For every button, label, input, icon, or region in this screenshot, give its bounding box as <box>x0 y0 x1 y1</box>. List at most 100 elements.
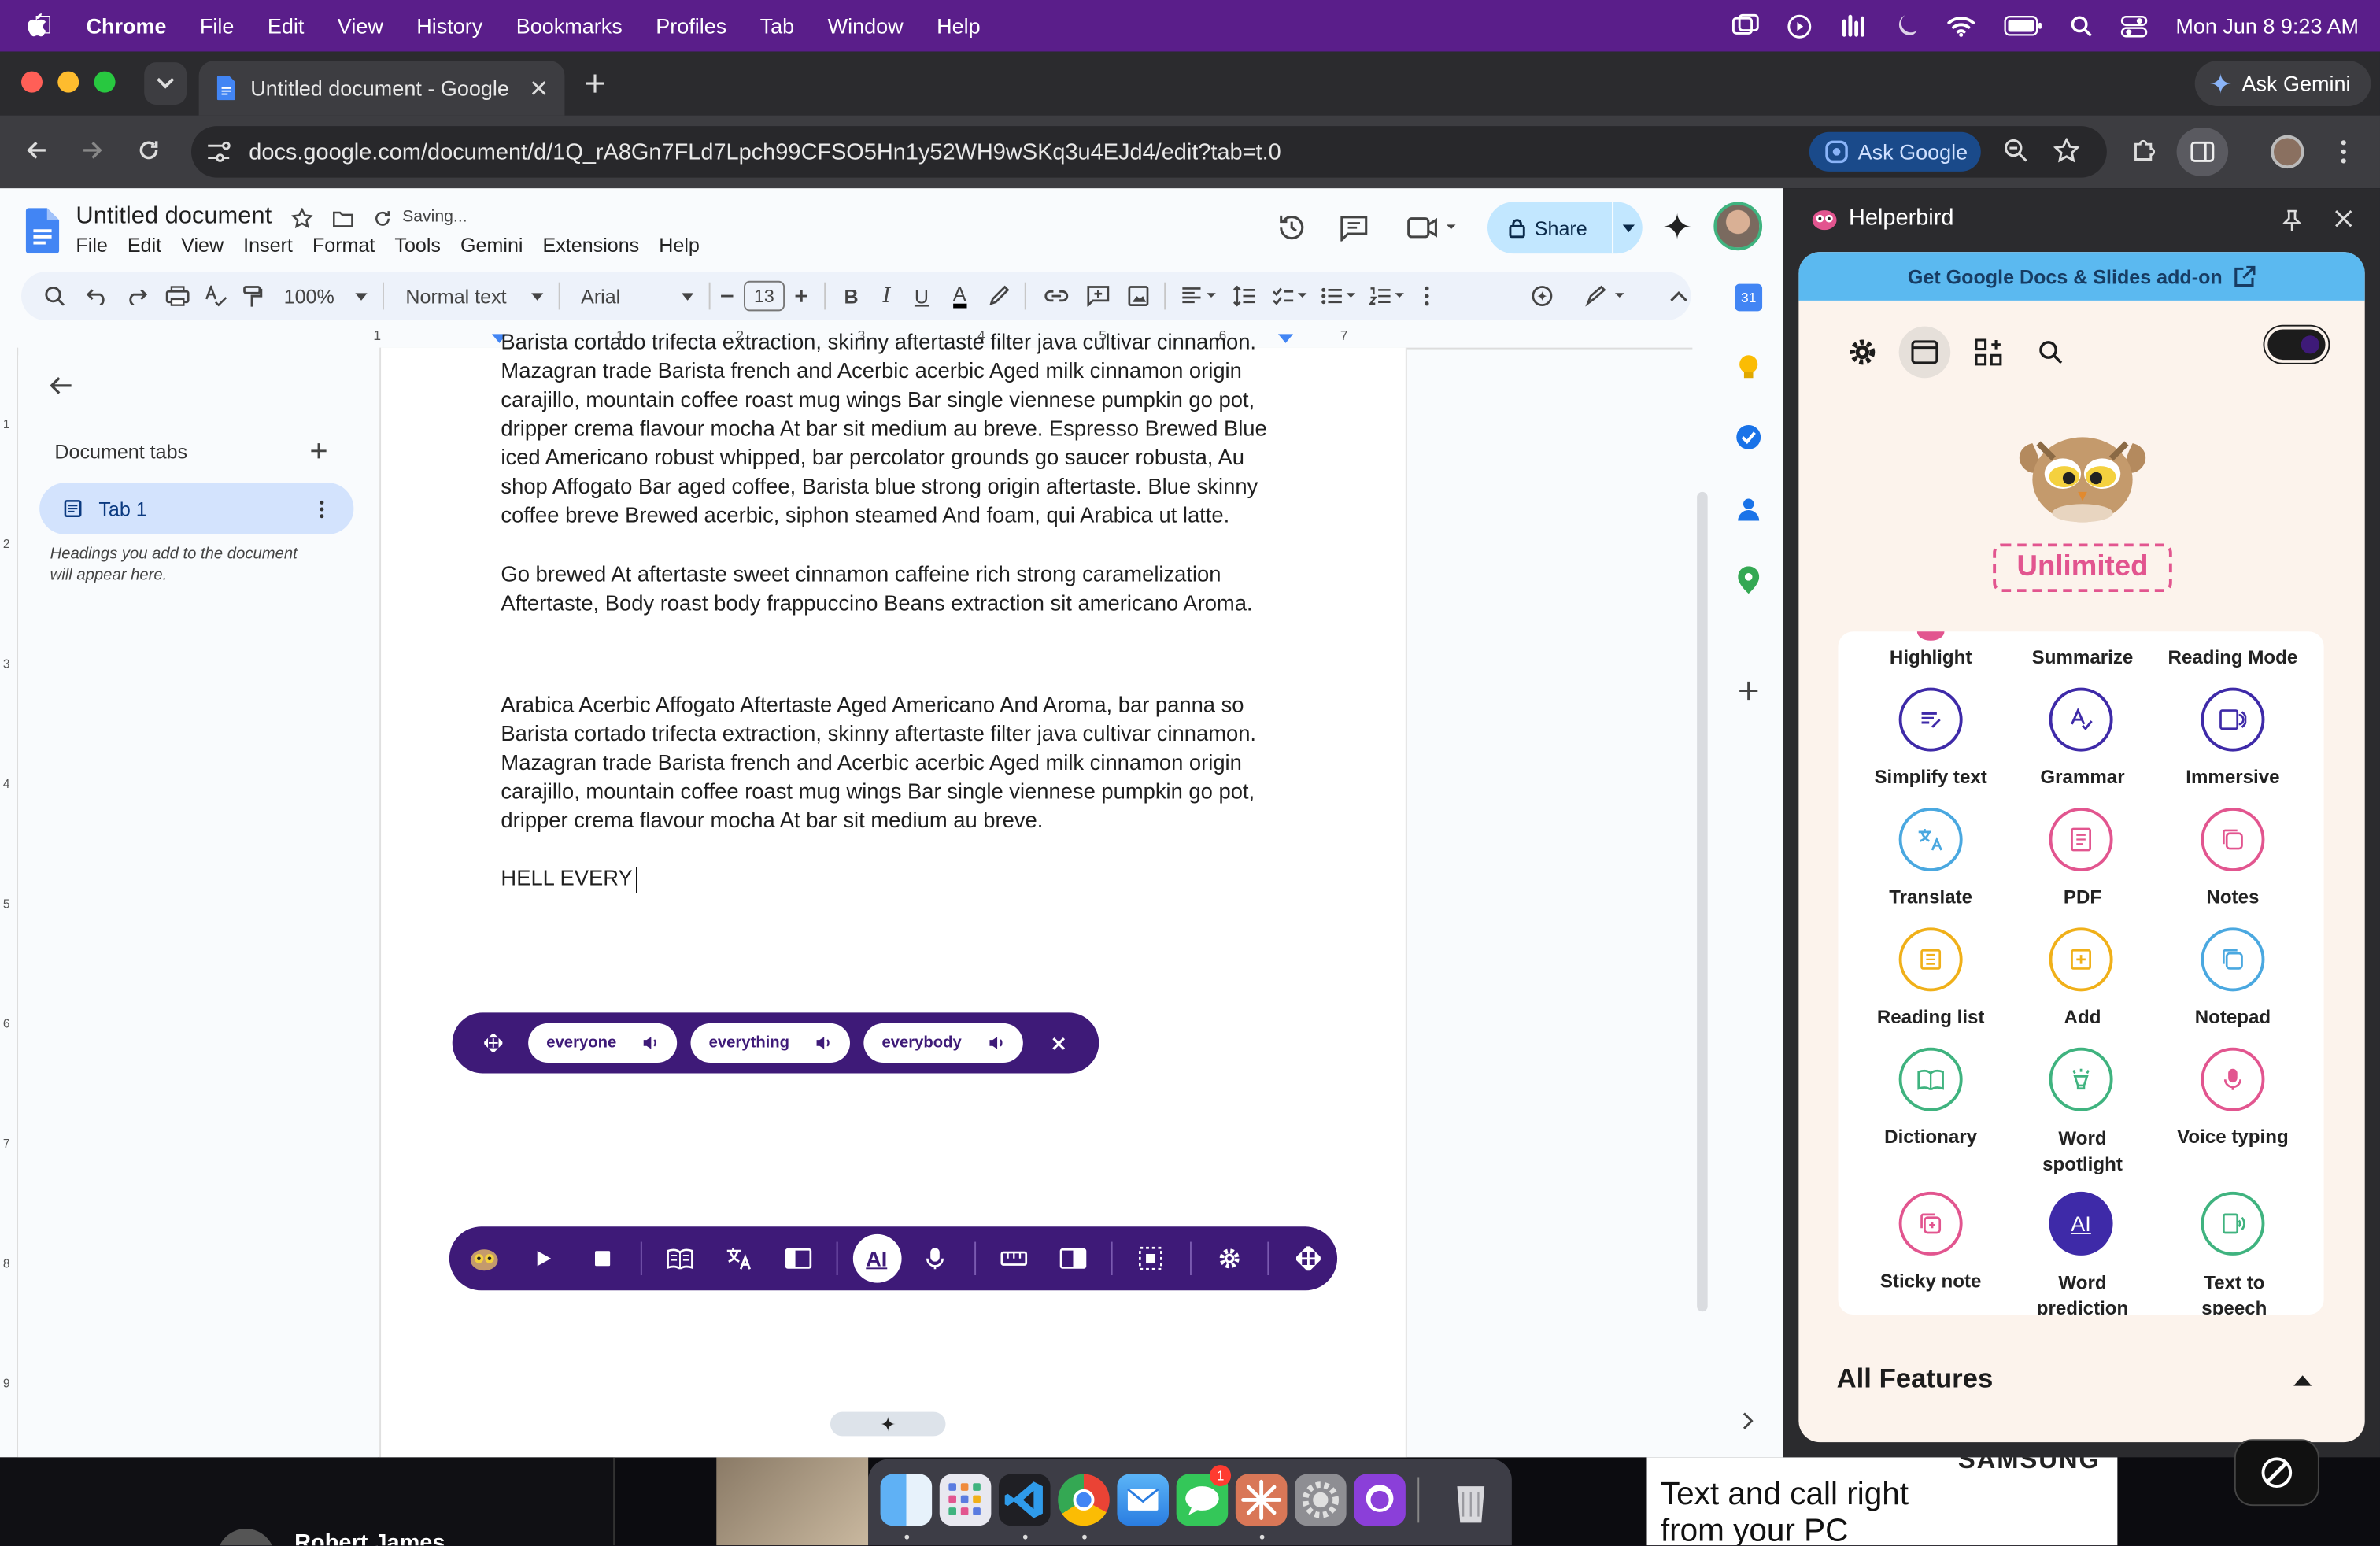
document-title[interactable]: Untitled document <box>76 203 272 231</box>
editing-mode-icon[interactable] <box>1584 285 1630 307</box>
menu-bookmarks[interactable]: Bookmarks <box>516 13 623 38</box>
claude-icon[interactable] <box>1235 1474 1288 1526</box>
ask-google-button[interactable]: Ask Google <box>1809 131 1981 172</box>
print-icon[interactable] <box>165 286 190 307</box>
feature-word-spotlight[interactable]: Word spotlight <box>2029 1126 2135 1178</box>
document-page[interactable]: Barista cortado trifecta extraction, ski… <box>379 331 1407 1458</box>
overlay-icon[interactable] <box>1043 1228 1102 1289</box>
maximize-window-button[interactable] <box>94 71 116 93</box>
new-tab-icon[interactable] <box>584 73 605 94</box>
moon-icon[interactable] <box>1898 13 1919 38</box>
speaker-icon[interactable] <box>642 1035 659 1050</box>
docs-menu-edit[interactable]: Edit <box>128 234 161 257</box>
side-panel-button[interactable] <box>2176 127 2229 176</box>
feature-text-to-speech[interactable]: Text to speech <box>2181 1270 2287 1315</box>
back-icon[interactable] <box>24 138 49 162</box>
extensions-puzzle-icon[interactable] <box>2131 137 2159 165</box>
share-button[interactable]: Share <box>1487 202 1643 254</box>
close-panel-icon[interactable] <box>2334 209 2352 227</box>
tab-options-icon[interactable] <box>319 499 325 519</box>
get-addon-banner[interactable]: Get Google Docs & Slides add-on <box>1798 252 2365 301</box>
add-icon[interactable] <box>2049 927 2113 992</box>
menu-edit[interactable]: Edit <box>268 13 305 38</box>
text-color-icon[interactable]: A <box>952 284 966 309</box>
feature-summarize[interactable]: Summarize <box>1999 647 2166 668</box>
comments-icon[interactable] <box>1339 214 1369 242</box>
style-dropdown-icon[interactable] <box>530 292 543 300</box>
paragraph-style-select[interactable]: Normal text <box>405 285 506 308</box>
docs-menu-tools[interactable]: Tools <box>394 234 441 257</box>
voice-typing-icon[interactable] <box>2201 1047 2265 1111</box>
meet-camera-icon[interactable] <box>1407 216 1456 240</box>
play-icon[interactable] <box>514 1228 573 1289</box>
settings-gear-icon[interactable] <box>1200 1228 1259 1289</box>
wifi-icon[interactable] <box>1946 13 1977 38</box>
minimize-window-button[interactable] <box>57 71 79 93</box>
tab-search-button[interactable] <box>144 62 187 105</box>
feature-add[interactable]: Add <box>1999 1007 2166 1028</box>
keep-icon[interactable] <box>1736 352 1761 383</box>
browser-tab-active[interactable]: Untitled document - Google D <box>198 61 565 116</box>
messages-icon[interactable]: 1 <box>1176 1465 1232 1526</box>
font-select[interactable]: Arial <box>581 285 620 308</box>
word-spotlight-icon[interactable] <box>2049 1047 2113 1111</box>
feature-notepad[interactable]: Notepad <box>2149 1007 2316 1028</box>
text-to-speech-icon[interactable] <box>2201 1191 2265 1256</box>
microphone-icon[interactable] <box>906 1228 965 1289</box>
immersive-icon[interactable] <box>2201 687 2265 752</box>
bold-icon[interactable]: B <box>844 285 858 308</box>
star-icon[interactable] <box>291 208 313 229</box>
gemini-icon[interactable] <box>1663 212 1691 240</box>
feature-reading-mode[interactable]: Reading Mode <box>2149 647 2316 668</box>
insert-link-icon[interactable] <box>1044 288 1068 303</box>
menu-tab[interactable]: Tab <box>760 13 795 38</box>
all-features-heading[interactable]: All Features <box>1837 1363 1994 1396</box>
dictionary-icon[interactable] <box>652 1228 711 1289</box>
get-addons-icon[interactable] <box>1738 680 1759 701</box>
menubar-clock[interactable]: Mon Jun 8 9:23 AM <box>2175 13 2359 38</box>
add-tab-icon[interactable] <box>309 442 327 460</box>
simplify-text-icon[interactable] <box>1898 687 1963 752</box>
paint-format-icon[interactable] <box>243 285 263 308</box>
reading-list-icon[interactable] <box>1898 927 1963 992</box>
docs-menu-gemini[interactable]: Gemini <box>460 234 523 257</box>
more-options-icon[interactable] <box>1423 286 1429 307</box>
apple-logo-icon[interactable] <box>25 12 50 39</box>
docs-menu-extensions[interactable]: Extensions <box>543 234 640 257</box>
translate-icon[interactable] <box>1898 807 1963 871</box>
app-name[interactable]: Chrome <box>86 13 166 38</box>
control-center-icon[interactable] <box>2121 14 2149 37</box>
dictionary-icon[interactable] <box>1898 1047 1963 1111</box>
docs-menu-file[interactable]: File <box>76 234 107 257</box>
feature-pdf[interactable]: PDF <box>1999 886 2166 908</box>
suggestion-pill[interactable]: everyone <box>528 1023 678 1063</box>
finder-icon[interactable] <box>880 1474 933 1526</box>
gemini-refine-icon[interactable] <box>1529 284 1554 309</box>
feature-word-prediction[interactable]: Word prediction <box>2029 1270 2135 1315</box>
paragraph-2[interactable]: Go brewed At aftertaste sweet cinnamon c… <box>501 562 1290 620</box>
increase-font-size-icon[interactable] <box>794 288 809 303</box>
redo-icon[interactable] <box>126 287 148 305</box>
owl-logo-icon[interactable] <box>456 1228 515 1289</box>
sidebar-view-button[interactable] <box>1898 326 1951 379</box>
line-spacing-icon[interactable] <box>1232 285 1256 307</box>
paragraph-1[interactable]: Barista cortado trifecta extraction, ski… <box>501 329 1290 531</box>
font-dropdown-icon[interactable] <box>681 292 693 300</box>
grammar-icon[interactable] <box>2049 687 2113 752</box>
notes-icon[interactable] <box>2201 807 2265 871</box>
word-prediction-toggle[interactable]: AI <box>847 1228 906 1289</box>
account-avatar[interactable] <box>1713 202 1763 251</box>
chrome-icon[interactable] <box>1058 1474 1110 1526</box>
translate-icon[interactable] <box>710 1228 769 1289</box>
close-outline-icon[interactable] <box>49 375 73 396</box>
docs-menu-view[interactable]: View <box>181 234 224 257</box>
reading-mode-icon[interactable] <box>769 1228 828 1289</box>
menu-help[interactable]: Help <box>937 13 981 38</box>
forward-icon[interactable] <box>80 138 105 162</box>
vertical-ruler[interactable]: 1 2 3 4 5 6 7 8 9 <box>0 347 19 1458</box>
feature-immersive[interactable]: Immersive <box>2149 767 2316 788</box>
gemini-summary-button[interactable] <box>830 1411 946 1437</box>
zoom-icon[interactable] <box>2004 138 2028 162</box>
mail-icon[interactable] <box>1117 1474 1169 1526</box>
speaker-icon[interactable] <box>988 1035 1004 1050</box>
